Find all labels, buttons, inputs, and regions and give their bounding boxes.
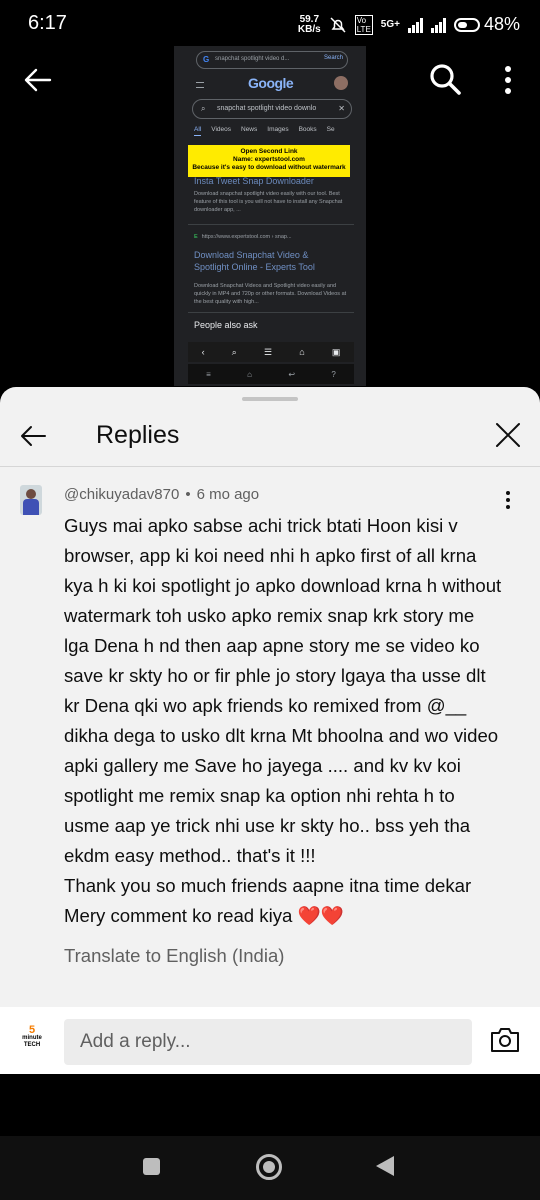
status-time: 6:17 [28,12,67,34]
comment-time: 6 mo ago [196,486,260,503]
video-player[interactable]: G snapchat spotlight video d... Search G… [0,46,540,390]
comment-author[interactable]: @chikuyadav870 [64,486,179,503]
thumb-google-logo: Google [248,75,294,91]
thumb-divider [188,224,354,225]
search-icon[interactable] [428,62,462,96]
thumb-clear-icon: ✕ [338,104,345,113]
meta-separator: • [185,486,191,503]
thumb-browser-searchbar: G snapchat spotlight video d... Search [196,51,348,69]
thumb-browser-nav: ‹ ⌕ ☰ ⌂ ▣ [188,342,354,362]
mute-alarm-icon [330,16,346,33]
back-arrow-icon[interactable] [18,421,48,451]
network-type: 5G+ [380,19,400,30]
thumb-result1-title: Insta Tweet Snap Downloader [194,176,314,186]
back-triangle-icon[interactable] [376,1156,394,1176]
thumb-search-button: Search [323,55,343,61]
more-vert-icon[interactable] [496,64,520,96]
battery-icon [453,17,480,32]
thumb-result1-desc: Download snapchat spotlight video easily… [194,191,343,213]
status-icons: 59.7 KB/s Vo LTE 5G+ 48% [298,14,520,35]
signal-2-icon [430,17,446,33]
recent-apps-icon[interactable] [143,1158,160,1175]
avatar[interactable] [20,485,42,515]
status-bar: 6:17 59.7 KB/s Vo LTE 5G+ 48% [0,0,540,50]
battery: 48% [453,14,520,35]
thumb-menu-icon [196,82,204,88]
thumb-result2-desc: Download Snapchat Videos and Spotlight v… [194,283,347,305]
thumb-result2-title: Download Snapchat Video & Spotlight Onli… [194,250,315,272]
thumb-divider [188,312,354,313]
reply-bar: 5 minute TECH [0,1007,540,1074]
thumb-tabs: All Videos News Images Books Se [194,126,335,136]
signal-1-icon [407,17,423,33]
net-speed: 59.7 KB/s [297,13,321,35]
home-icon[interactable] [256,1154,282,1180]
my-avatar: 5 minute TECH [22,1024,42,1049]
replies-header: Replies [0,405,540,467]
thumb-people-also-ask: People also ask [194,320,258,330]
volte-icon: Vo LTE [354,14,373,35]
replies-panel: Replies @chikuyadav870 • 6 mo ago Guys mai… [0,387,540,1074]
close-icon[interactable] [494,421,522,449]
google-g-icon: G [203,55,210,64]
video-thumbnail[interactable]: G snapchat spotlight video d... Search G… [174,46,366,386]
thumb-query: ⌕ snapchat spotlight video downlo ✕ [192,99,352,119]
thumb-avatar [334,76,348,90]
thumb-search-icon: ⌕ [201,104,206,113]
thumb-system-nav: ≡ ⌂ ↩? [188,364,354,384]
camera-icon[interactable] [490,1027,520,1053]
translate-link[interactable]: Translate to English (India) [64,945,284,967]
arrow-left-icon[interactable] [22,64,54,96]
reply-input[interactable] [64,1019,472,1065]
battery-percent: 48% [483,14,520,34]
system-nav-bar [0,1136,540,1200]
more-vert-icon[interactable] [500,489,516,511]
drag-handle[interactable] [242,397,298,401]
page-title: Replies [96,421,180,449]
comment-text: Guys mai apko sabse achi trick btati Hoo… [64,515,502,926]
thumb-yellow-note: Open Second Link Name: expertstool.com B… [188,145,350,177]
thumb-result2-url: Ehttps://www.expertstool.com › snap... [194,234,292,240]
comment-meta: @chikuyadav870 • 6 mo ago [64,486,259,503]
